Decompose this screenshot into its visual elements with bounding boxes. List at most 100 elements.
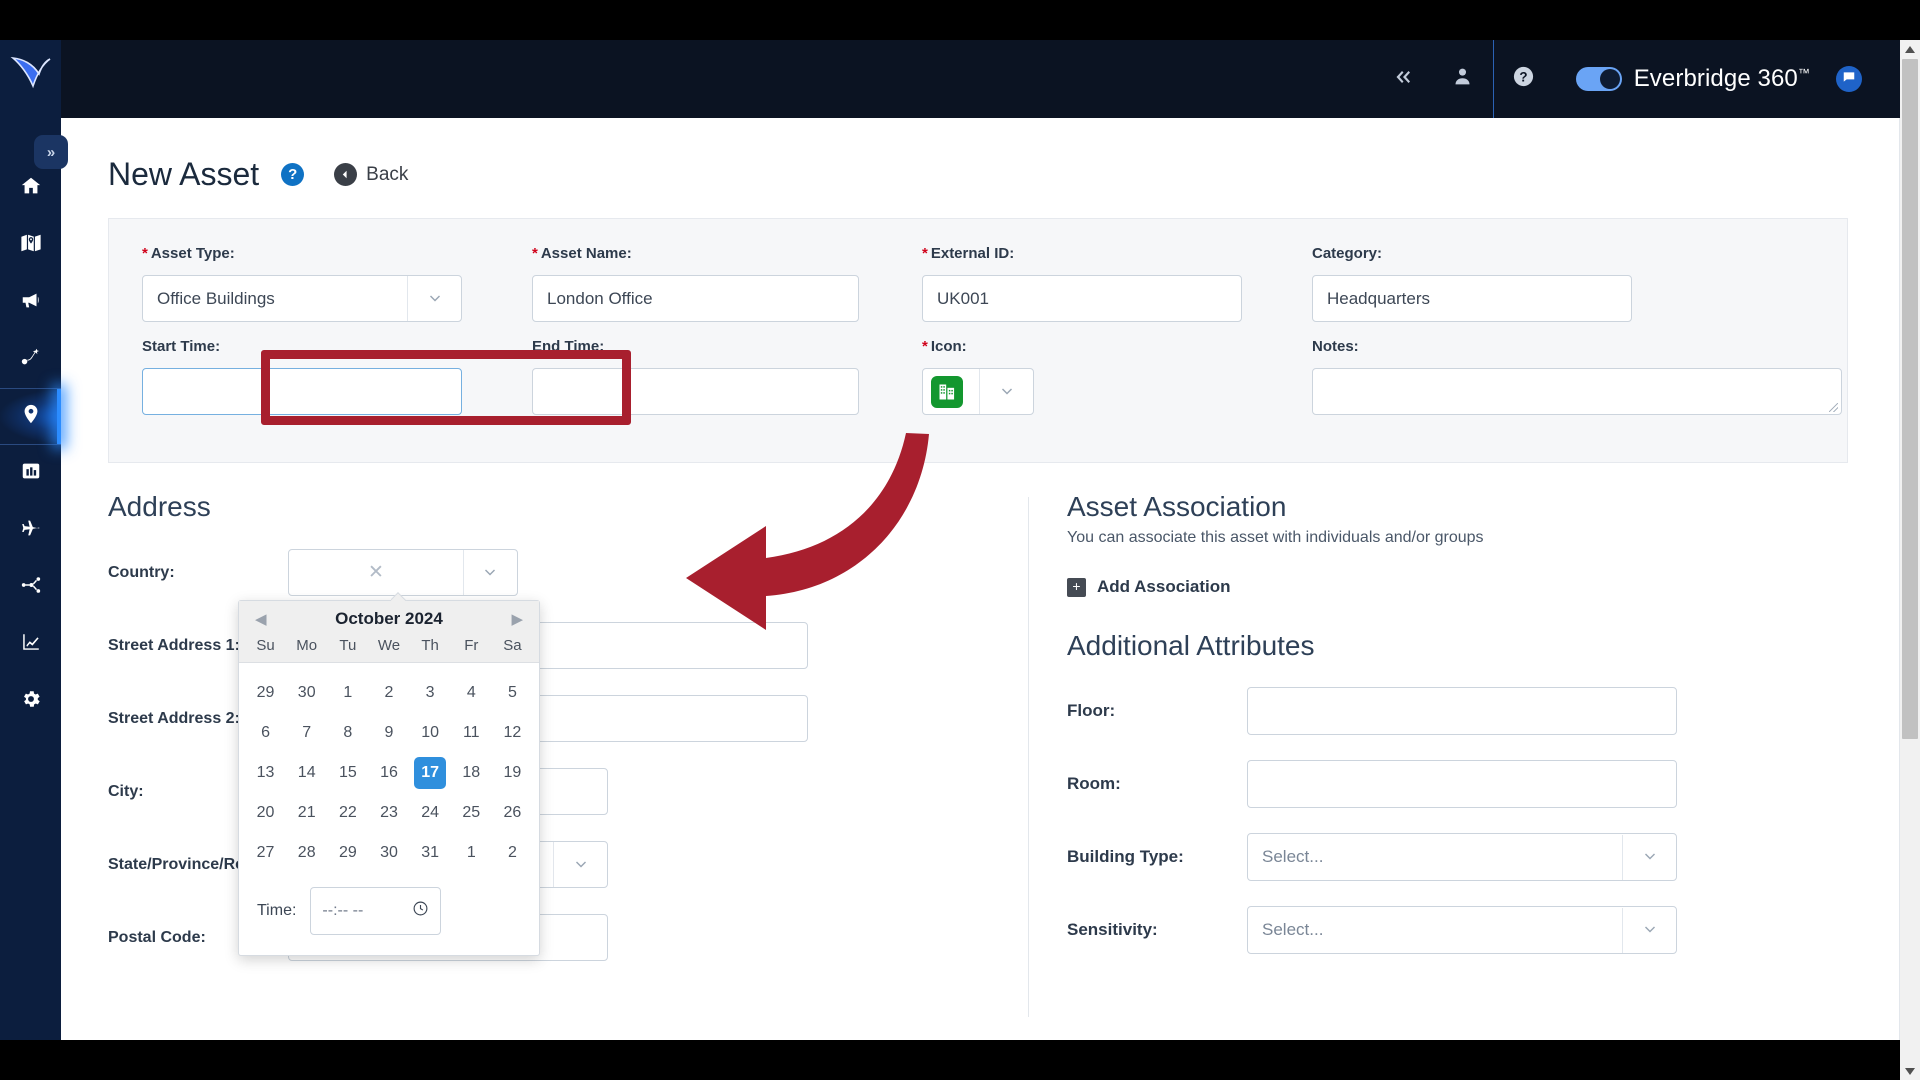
everbridge-logo[interactable] xyxy=(9,52,53,92)
dow-we: We xyxy=(377,637,401,654)
double-chevron-right-icon: » xyxy=(46,143,56,161)
sidebar-item-buildings[interactable] xyxy=(0,445,61,502)
date-time-picker-popup[interactable]: ◀ October 2024 ▶ Su Mo Tu We Th Fr Sa 29… xyxy=(238,600,540,956)
calendar-day-label: 29 xyxy=(338,844,357,861)
sensitivity-value: Select... xyxy=(1262,920,1324,939)
collapse-nav-button[interactable] xyxy=(1373,40,1433,118)
calendar-day-cell[interactable]: 10 xyxy=(410,713,451,753)
sidebar-item-network[interactable] xyxy=(0,559,61,616)
calendar-day-cell[interactable]: 4 xyxy=(451,673,492,713)
category-label: Category: xyxy=(1312,245,1383,262)
calendar-day-cell[interactable]: 5 xyxy=(492,673,533,713)
clock-icon[interactable] xyxy=(412,900,429,922)
sensitivity-chevron-down-icon[interactable] xyxy=(1622,907,1676,953)
scroll-up-button[interactable] xyxy=(1900,40,1920,58)
calendar-day-cell[interactable]: 24 xyxy=(410,793,451,833)
user-account-button[interactable] xyxy=(1433,40,1493,118)
sidebar-item-notifications[interactable] xyxy=(0,274,61,331)
calendar-day-cell[interactable]: 12 xyxy=(492,713,533,753)
country-chevron-down-icon[interactable] xyxy=(462,550,517,595)
calendar-day-cell[interactable]: 17 xyxy=(410,753,451,793)
start-time-input[interactable] xyxy=(142,368,462,415)
col-asset-type: * Asset Type: Office Buildings Start Time… xyxy=(142,245,532,431)
sidebar-item-assets[interactable] xyxy=(0,388,61,445)
calendar-day-cell[interactable]: 1 xyxy=(327,673,368,713)
sensitivity-select[interactable]: Select... xyxy=(1247,906,1677,954)
building-type-chevron-down-icon[interactable] xyxy=(1622,834,1676,880)
calendar-day-cell[interactable]: 27 xyxy=(245,833,286,873)
chevron-down-icon[interactable] xyxy=(407,276,461,321)
end-time-input[interactable] xyxy=(532,368,859,415)
arrow-left-circle-icon xyxy=(334,163,358,186)
calendar-day-cell[interactable]: 8 xyxy=(327,713,368,753)
calendar-day-cell[interactable]: 29 xyxy=(245,673,286,713)
building-type-select[interactable]: Select... xyxy=(1247,833,1677,881)
calendar-day-cell[interactable]: 2 xyxy=(368,673,409,713)
page-help-icon[interactable]: ? xyxy=(281,163,305,186)
calendar-day-cell[interactable]: 19 xyxy=(492,753,533,793)
calendar-day-cell[interactable]: 11 xyxy=(451,713,492,753)
chat-button[interactable] xyxy=(1836,66,1862,92)
time-input[interactable]: --:-- -- xyxy=(310,887,442,935)
prev-month-button[interactable]: ◀ xyxy=(255,610,267,628)
time-label: Time: xyxy=(257,902,297,919)
calendar-day-cell[interactable]: 23 xyxy=(368,793,409,833)
icon-select[interactable] xyxy=(922,368,1034,415)
sidebar-item-settings[interactable] xyxy=(0,673,61,730)
calendar-day-cell[interactable]: 30 xyxy=(286,673,327,713)
calendar-day-cell[interactable]: 13 xyxy=(245,753,286,793)
country-select[interactable]: ✕ xyxy=(288,549,518,596)
sidebar-collapse-button[interactable]: » xyxy=(34,135,68,169)
room-input[interactable] xyxy=(1247,760,1677,808)
x-icon[interactable]: ✕ xyxy=(368,561,398,584)
app-viewport: » ? Everbridge 360™ New Asset ? Back * A… xyxy=(0,40,1920,1040)
calendar-day-cell[interactable]: 16 xyxy=(368,753,409,793)
calendar-day-cell[interactable]: 31 xyxy=(410,833,451,873)
sidebar-item-workflows[interactable] xyxy=(0,331,61,388)
calendar-days-grid[interactable]: 29 30 1 2 3 4 5 6 7 8 9 10 11 12 13 14 15 16 17 18 19 20 21 22 2… xyxy=(239,663,539,877)
calendar-day-cell[interactable]: 30 xyxy=(368,833,409,873)
calendar-day-cell[interactable]: 1 xyxy=(451,833,492,873)
calendar-day-cell[interactable]: 6 xyxy=(245,713,286,753)
next-month-button[interactable]: ▶ xyxy=(511,610,523,628)
calendar-header: ◀ October 2024 ▶ Su Mo Tu We Th Fr Sa xyxy=(239,601,539,663)
notes-textarea[interactable] xyxy=(1312,368,1842,415)
building-type-label: Building Type: xyxy=(1067,847,1184,866)
calendar-day-label: 2 xyxy=(507,844,517,861)
help-button[interactable]: ? xyxy=(1494,40,1554,118)
external-id-input[interactable]: UK001 xyxy=(922,275,1242,322)
calendar-day-cell[interactable]: 25 xyxy=(451,793,492,833)
calendar-day-cell[interactable]: 3 xyxy=(410,673,451,713)
column-divider xyxy=(1028,497,1029,1017)
calendar-day-cell[interactable]: 22 xyxy=(327,793,368,833)
svg-text:?: ? xyxy=(1520,69,1528,84)
everbridge-360-toggle[interactable] xyxy=(1575,67,1622,91)
scroll-down-button[interactable] xyxy=(1900,1062,1920,1080)
calendar-day-cell[interactable]: 2 xyxy=(492,833,533,873)
calendar-day-cell[interactable]: 21 xyxy=(286,793,327,833)
field-notes: Notes: xyxy=(1312,338,1842,415)
sidebar-item-map[interactable] xyxy=(0,217,61,274)
back-button[interactable]: Back xyxy=(334,163,408,186)
calendar-day-cell[interactable]: 29 xyxy=(327,833,368,873)
scrollbar-thumb[interactable] xyxy=(1902,59,1918,739)
add-association-button[interactable]: + Add Association xyxy=(1067,577,1827,597)
floor-input[interactable] xyxy=(1247,687,1677,735)
calendar-day-cell[interactable]: 26 xyxy=(492,793,533,833)
asset-name-input[interactable]: London Office xyxy=(532,275,859,322)
sidebar-item-travel[interactable] xyxy=(0,502,61,559)
calendar-day-cell[interactable]: 7 xyxy=(286,713,327,753)
asset-type-select[interactable]: Office Buildings xyxy=(142,275,462,322)
sidebar-item-analytics[interactable] xyxy=(0,616,61,673)
calendar-day-cell[interactable]: 20 xyxy=(245,793,286,833)
state-chevron-down-icon[interactable] xyxy=(553,842,607,887)
calendar-day-cell[interactable]: 15 xyxy=(327,753,368,793)
icon-chevron-down-icon[interactable] xyxy=(979,369,1033,414)
category-input[interactable]: Headquarters xyxy=(1312,275,1632,322)
dow-fr: Fr xyxy=(464,637,479,654)
vertical-scrollbar[interactable] xyxy=(1900,40,1920,1080)
calendar-day-cell[interactable]: 28 xyxy=(286,833,327,873)
calendar-day-cell[interactable]: 18 xyxy=(451,753,492,793)
calendar-day-cell[interactable]: 9 xyxy=(368,713,409,753)
calendar-day-cell[interactable]: 14 xyxy=(286,753,327,793)
